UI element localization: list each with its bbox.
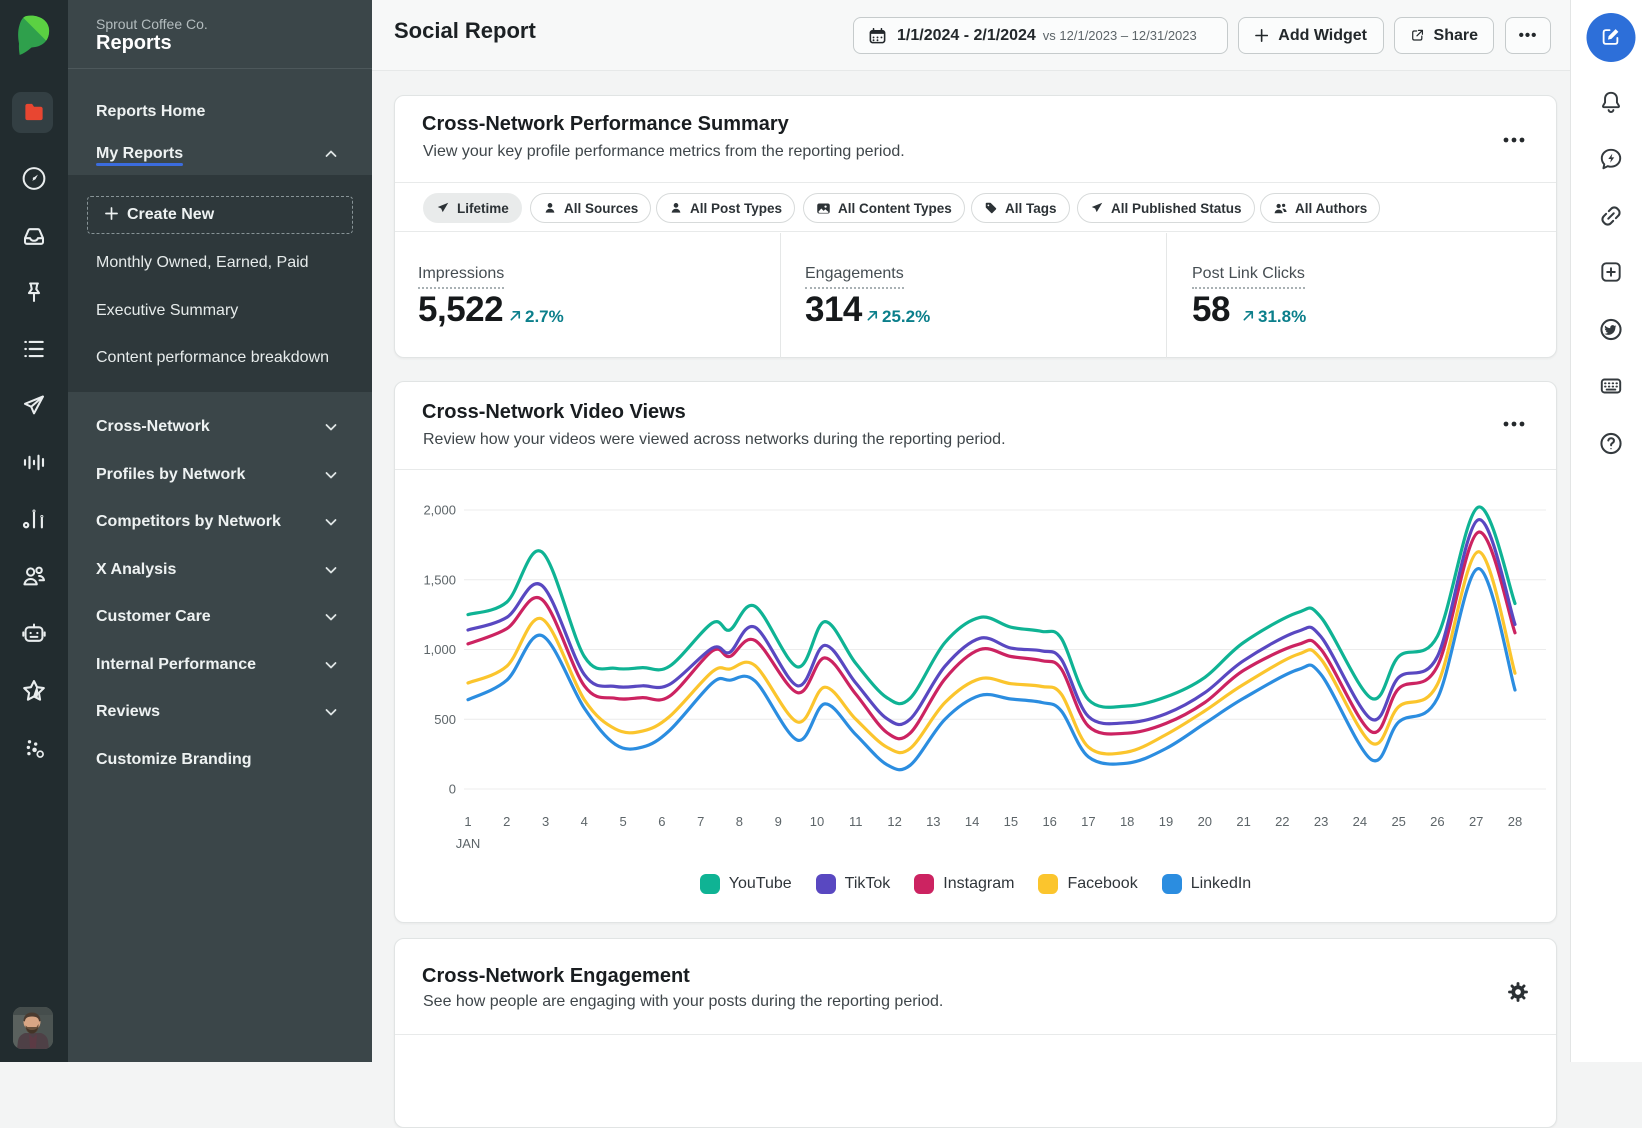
svg-text:5: 5 xyxy=(619,814,626,829)
svg-text:4: 4 xyxy=(581,814,588,829)
svg-text:27: 27 xyxy=(1469,814,1483,829)
svg-text:1: 1 xyxy=(464,814,471,829)
svg-text:JAN: JAN xyxy=(456,836,481,851)
svg-text:20: 20 xyxy=(1198,814,1212,829)
svg-text:26: 26 xyxy=(1430,814,1444,829)
svg-text:22: 22 xyxy=(1275,814,1289,829)
svg-text:9: 9 xyxy=(775,814,782,829)
svg-text:2: 2 xyxy=(503,814,510,829)
svg-text:28: 28 xyxy=(1508,814,1522,829)
svg-text:16: 16 xyxy=(1042,814,1056,829)
svg-text:10: 10 xyxy=(810,814,824,829)
svg-text:24: 24 xyxy=(1353,814,1367,829)
svg-text:18: 18 xyxy=(1120,814,1134,829)
svg-text:12: 12 xyxy=(887,814,901,829)
svg-text:7: 7 xyxy=(697,814,704,829)
svg-text:6: 6 xyxy=(658,814,665,829)
svg-text:21: 21 xyxy=(1236,814,1250,829)
svg-text:25: 25 xyxy=(1391,814,1405,829)
svg-text:15: 15 xyxy=(1004,814,1018,829)
svg-text:2,000: 2,000 xyxy=(423,503,456,518)
svg-text:17: 17 xyxy=(1081,814,1095,829)
svg-text:11: 11 xyxy=(849,814,863,829)
svg-text:13: 13 xyxy=(926,814,940,829)
svg-text:14: 14 xyxy=(965,814,979,829)
svg-text:8: 8 xyxy=(736,814,743,829)
svg-text:19: 19 xyxy=(1159,814,1173,829)
svg-text:3: 3 xyxy=(542,814,549,829)
svg-text:0: 0 xyxy=(449,782,456,797)
svg-text:500: 500 xyxy=(434,712,456,727)
svg-text:1,500: 1,500 xyxy=(423,572,456,587)
svg-text:23: 23 xyxy=(1314,814,1328,829)
svg-text:1,000: 1,000 xyxy=(423,642,456,657)
